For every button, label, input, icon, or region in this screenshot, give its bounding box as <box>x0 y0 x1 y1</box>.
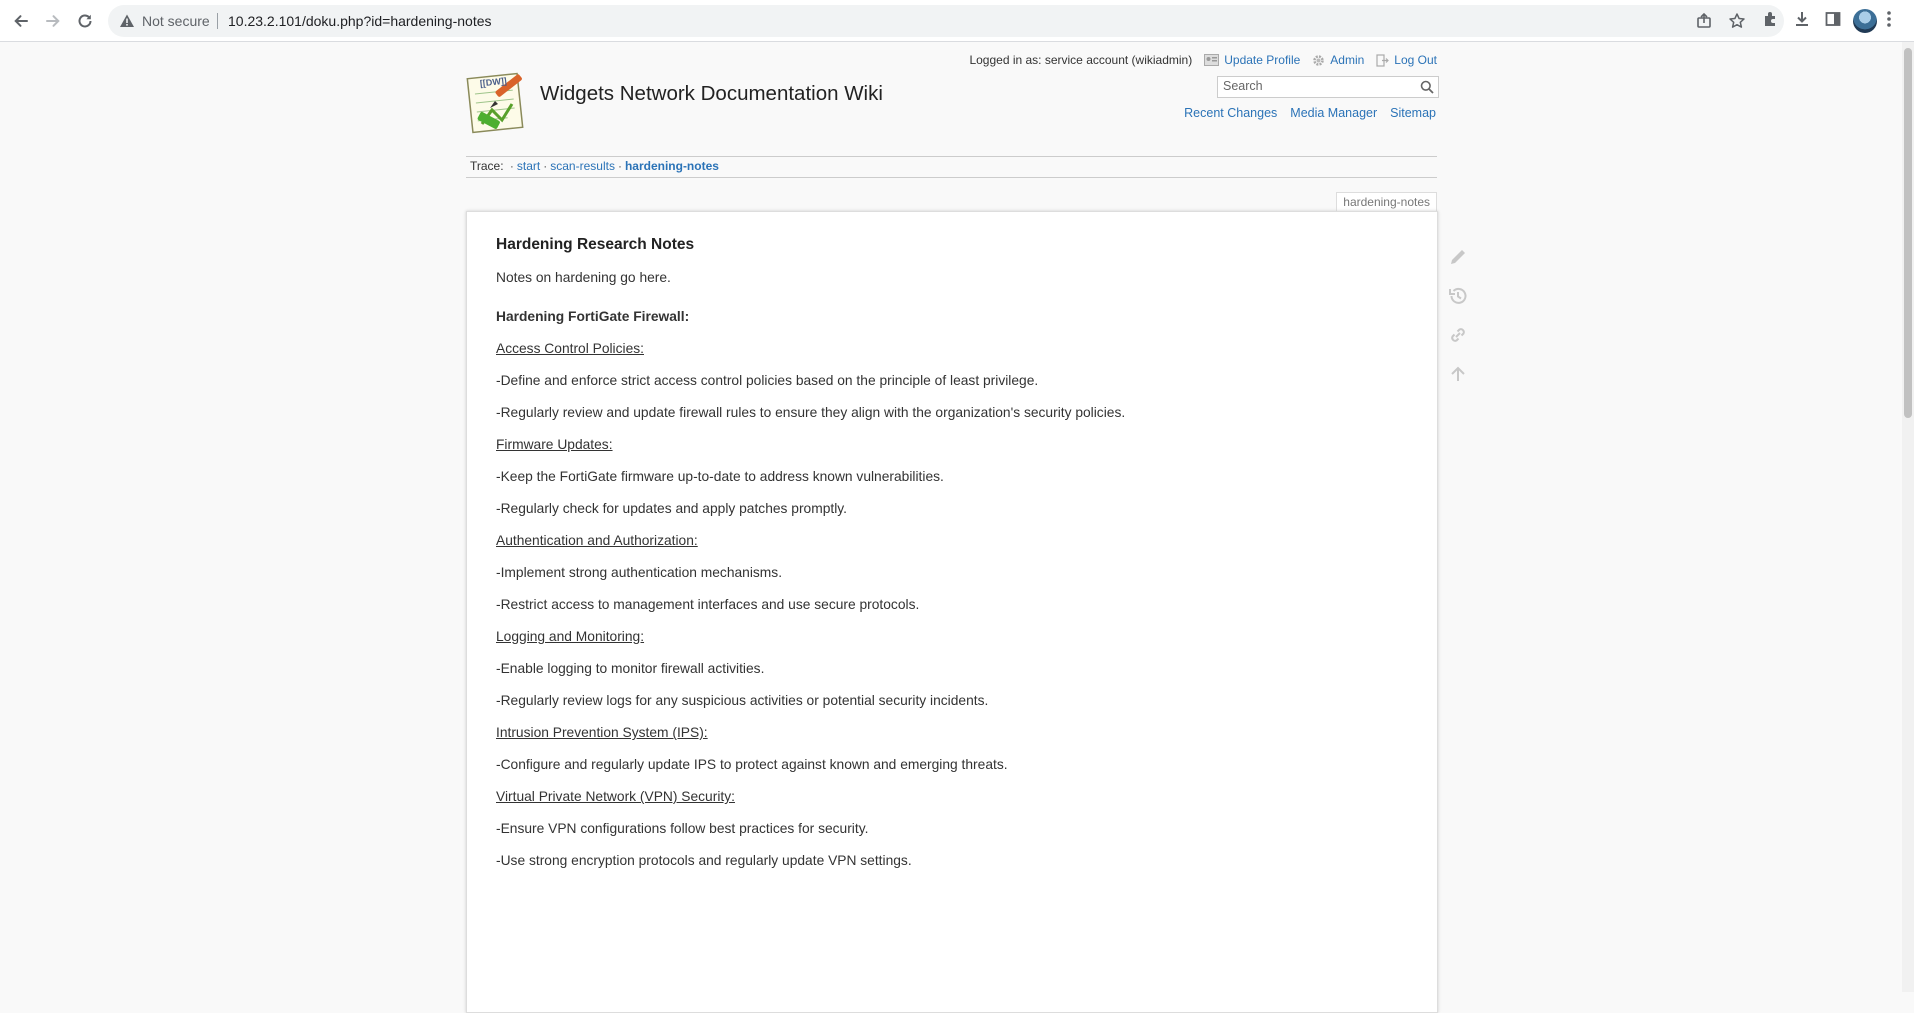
menu-icon[interactable] <box>1886 10 1892 33</box>
backlinks-icon[interactable] <box>1445 322 1471 348</box>
sitemap-link[interactable]: Sitemap <box>1390 106 1436 120</box>
site-tools: Recent Changes Media Manager Sitemap <box>1184 106 1436 120</box>
note-item: -Keep the FortiGate firmware up-to-date … <box>496 469 944 484</box>
page-id-tab[interactable]: hardening-notes <box>1336 192 1437 211</box>
forward-icon[interactable] <box>40 8 66 34</box>
security-label[interactable]: Not secure <box>142 13 210 29</box>
breadcrumb-current[interactable]: hardening-notes <box>625 159 719 173</box>
star-icon[interactable] <box>1728 12 1746 35</box>
subsection-title: Firmware Updates: <box>496 437 613 452</box>
edit-icon[interactable] <box>1445 244 1471 270</box>
note-item: -Restrict access to management interface… <box>496 597 920 612</box>
note-item: -Define and enforce strict access contro… <box>496 373 1039 388</box>
update-profile-label[interactable]: Update Profile <box>1224 53 1300 67</box>
reload-icon[interactable] <box>72 8 98 34</box>
subsection-title: Authentication and Authorization: <box>496 533 698 548</box>
note-item: -Use strong encryption protocols and reg… <box>496 853 912 868</box>
note-item: -Regularly review logs for any suspiciou… <box>496 693 989 708</box>
breadcrumb-separator: · <box>509 159 514 173</box>
download-icon[interactable] <box>1793 10 1811 33</box>
logged-in-text: Logged in as: service account (wikiadmin… <box>969 53 1193 67</box>
subsection-title: Logging and Monitoring: <box>496 629 645 644</box>
address-separator <box>217 13 218 29</box>
admin-label[interactable]: Admin <box>1330 53 1364 67</box>
note-item: -Implement strong authentication mechani… <box>496 565 783 580</box>
profile-card-icon <box>1204 54 1220 66</box>
page-scrollbar[interactable] <box>1902 42 1914 992</box>
note-item: -Configure and regularly update IPS to p… <box>496 757 1008 772</box>
breadcrumb-divider <box>466 177 1437 178</box>
intro-paragraph: Notes on hardening go here. <box>496 270 671 285</box>
user-tools: Logged in as: service account (wikiadmin… <box>969 53 1437 67</box>
logout-icon <box>1376 53 1390 67</box>
scrollbar-thumb[interactable] <box>1904 48 1912 418</box>
note-item: -Regularly review and update firewall ru… <box>496 405 1126 420</box>
subsection-title: Virtual Private Network (VPN) Security: <box>496 789 735 804</box>
url-text[interactable]: 10.23.2.101/doku.php?id=hardening-notes <box>228 13 492 29</box>
breadcrumb-scan-results[interactable]: scan-results <box>550 159 615 173</box>
page-content-box: Hardening Research Notes Notes on harden… <box>466 211 1438 1013</box>
browser-toolbar: Not secure 10.23.2.101/doku.php?id=harde… <box>0 0 1914 42</box>
gear-icon <box>1313 54 1325 66</box>
profile-avatar[interactable] <box>1853 9 1877 33</box>
breadcrumb-start[interactable]: start <box>517 159 540 173</box>
notes-list: Access Control Policies: -Define and enfo… <box>496 340 1396 869</box>
update-profile-link[interactable]: Update Profile <box>1204 53 1300 67</box>
section-title: Hardening FortiGate Firewall: <box>496 309 690 324</box>
breadcrumb: Trace: · start · scan-results · hardening-not… <box>470 159 719 173</box>
site-title[interactable]: Widgets Network Documentation Wiki <box>540 82 883 106</box>
search-input[interactable] <box>1218 77 1413 95</box>
wiki-logo[interactable]: [[DW]] <box>464 68 532 141</box>
media-manager-link[interactable]: Media Manager <box>1290 106 1377 120</box>
warning-icon[interactable] <box>119 13 135 34</box>
logout-label[interactable]: Log Out <box>1394 53 1437 67</box>
subsection-title: Intrusion Prevention System (IPS): <box>496 725 708 740</box>
article: Hardening Research Notes Notes on harden… <box>496 236 1396 869</box>
subsection-title: Access Control Policies: <box>496 341 644 356</box>
logout-link[interactable]: Log Out <box>1376 53 1437 67</box>
header-divider <box>466 156 1437 157</box>
note-item: -Ensure VPN configurations follow best p… <box>496 821 869 836</box>
search-box[interactable] <box>1217 76 1439 98</box>
revisions-icon[interactable] <box>1445 283 1471 309</box>
page-heading: Hardening Research Notes <box>496 236 695 253</box>
address-bar[interactable]: Not secure 10.23.2.101/doku.php?id=harde… <box>108 5 1784 37</box>
breadcrumb-label: Trace: <box>470 159 504 173</box>
breadcrumb-separator: · <box>543 159 548 173</box>
back-icon[interactable] <box>8 8 34 34</box>
page-tools <box>1445 244 1471 400</box>
extensions-icon[interactable] <box>1761 10 1779 33</box>
share-icon[interactable] <box>1695 12 1713 35</box>
back-to-top-icon[interactable] <box>1445 361 1471 387</box>
admin-link[interactable]: Admin <box>1312 53 1364 67</box>
breadcrumb-separator: · <box>617 159 622 173</box>
side-panel-icon[interactable] <box>1824 10 1842 33</box>
recent-changes-link[interactable]: Recent Changes <box>1184 106 1277 120</box>
note-item: -Enable logging to monitor firewall acti… <box>496 661 765 676</box>
note-item: -Regularly check for updates and apply p… <box>496 501 847 516</box>
search-icon[interactable] <box>1420 80 1434 99</box>
